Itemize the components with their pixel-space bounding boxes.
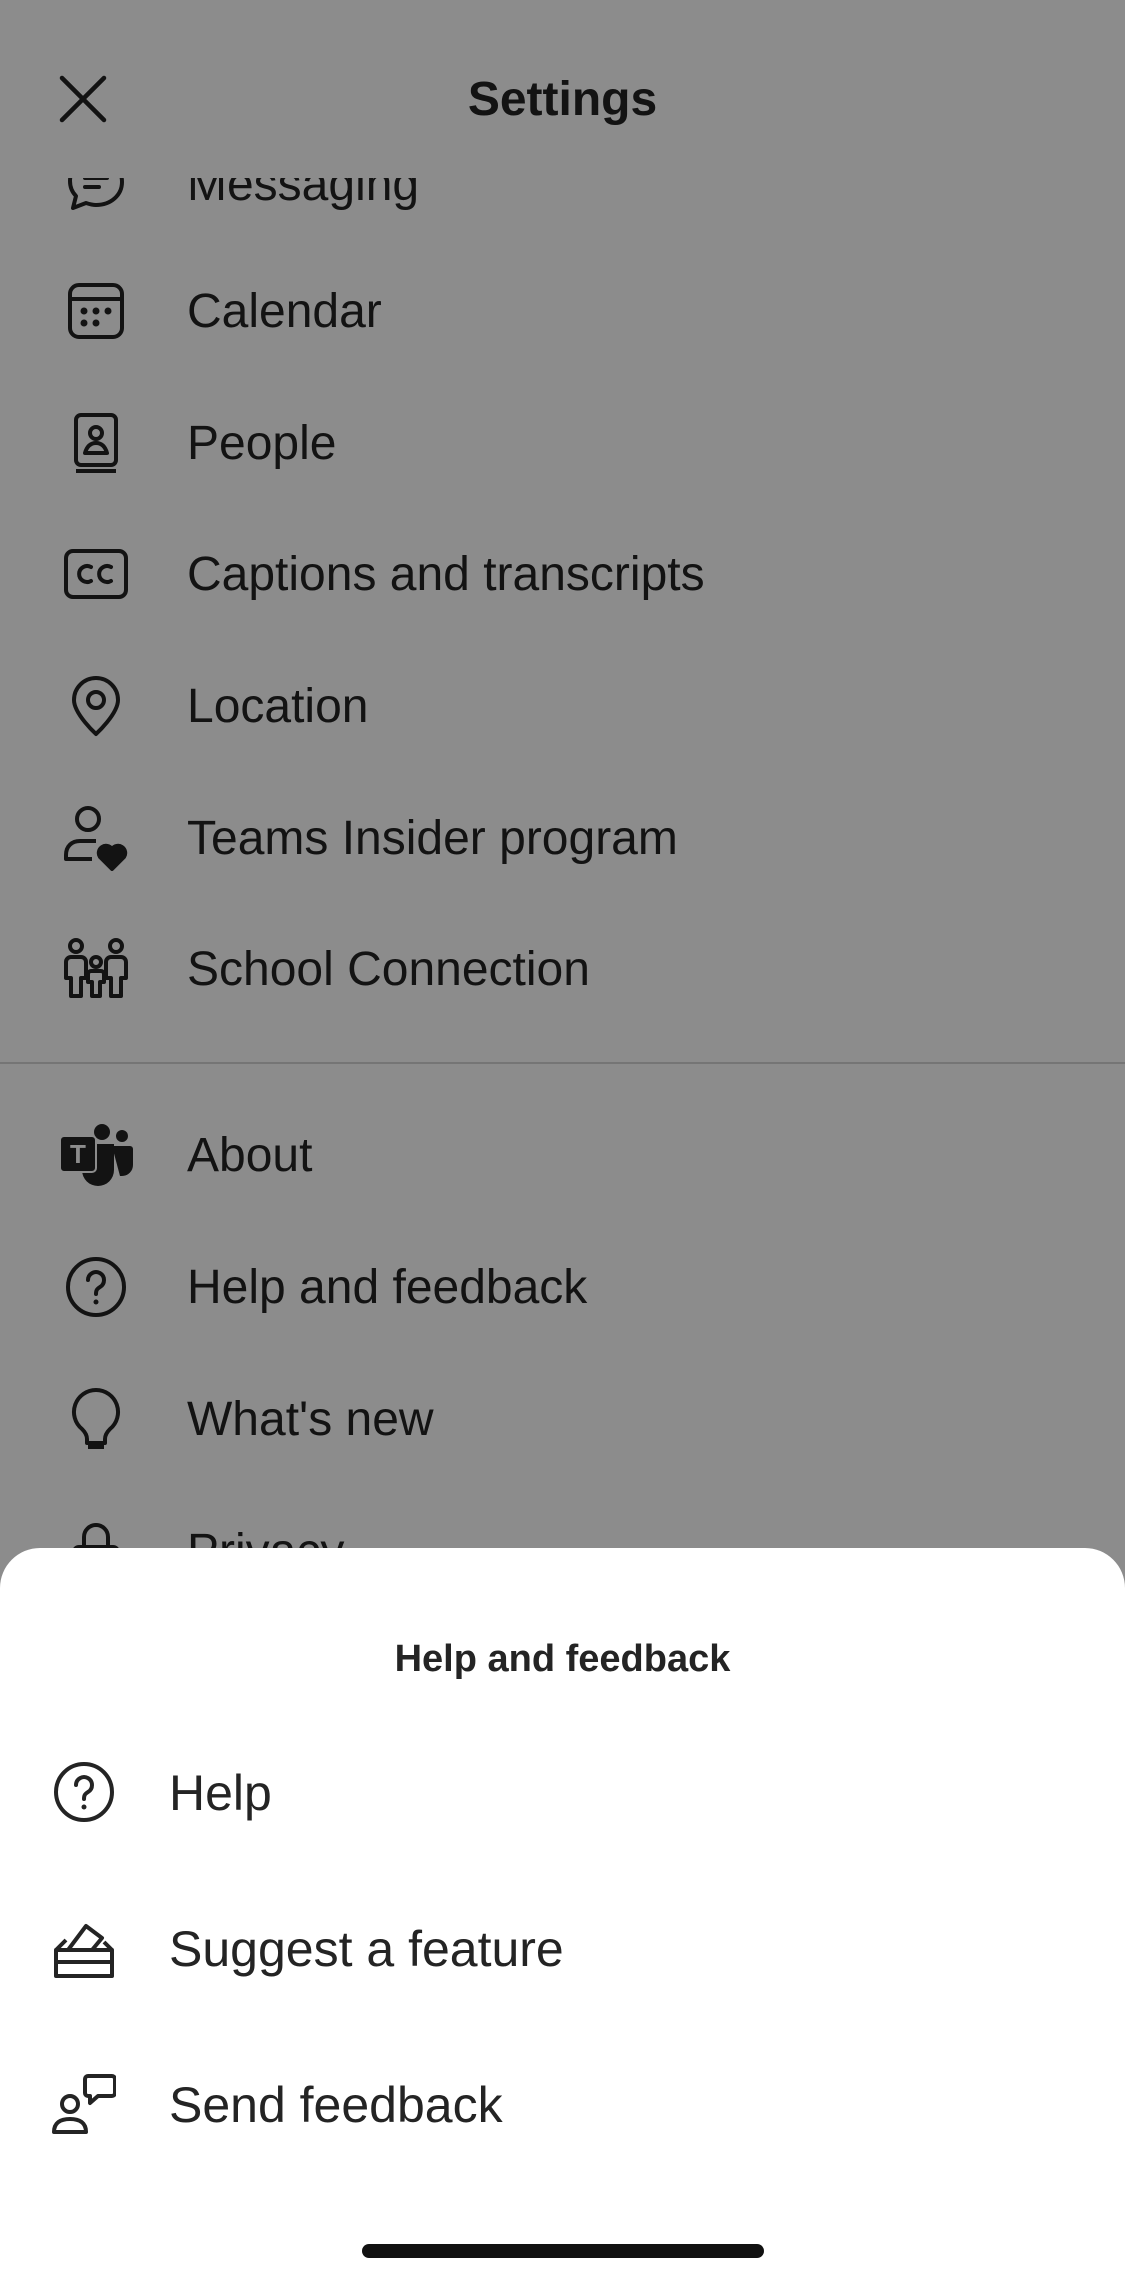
help-option[interactable]: Help: [0, 1726, 1125, 1866]
person-feedback-icon: [48, 2068, 120, 2140]
suggest-feature-option-label: Suggest a feature: [169, 1921, 564, 1977]
question-circle-icon: [48, 1756, 120, 1828]
send-feedback-option[interactable]: Send feedback: [0, 2038, 1125, 2178]
sheet-title: Help and feedback: [394, 1638, 731, 1680]
ballot-box-icon: [48, 1912, 120, 1984]
help-option-label: Help: [169, 1765, 272, 1821]
home-indicator: [362, 2244, 764, 2258]
send-feedback-option-label: Send feedback: [169, 2077, 503, 2133]
help-feedback-sheet: Help and feedback Help Suggest a feature…: [0, 1548, 1125, 2284]
suggest-feature-option[interactable]: Suggest a feature: [0, 1882, 1125, 2022]
screen: Messaging Calendar People Captions and t…: [0, 0, 1125, 2284]
